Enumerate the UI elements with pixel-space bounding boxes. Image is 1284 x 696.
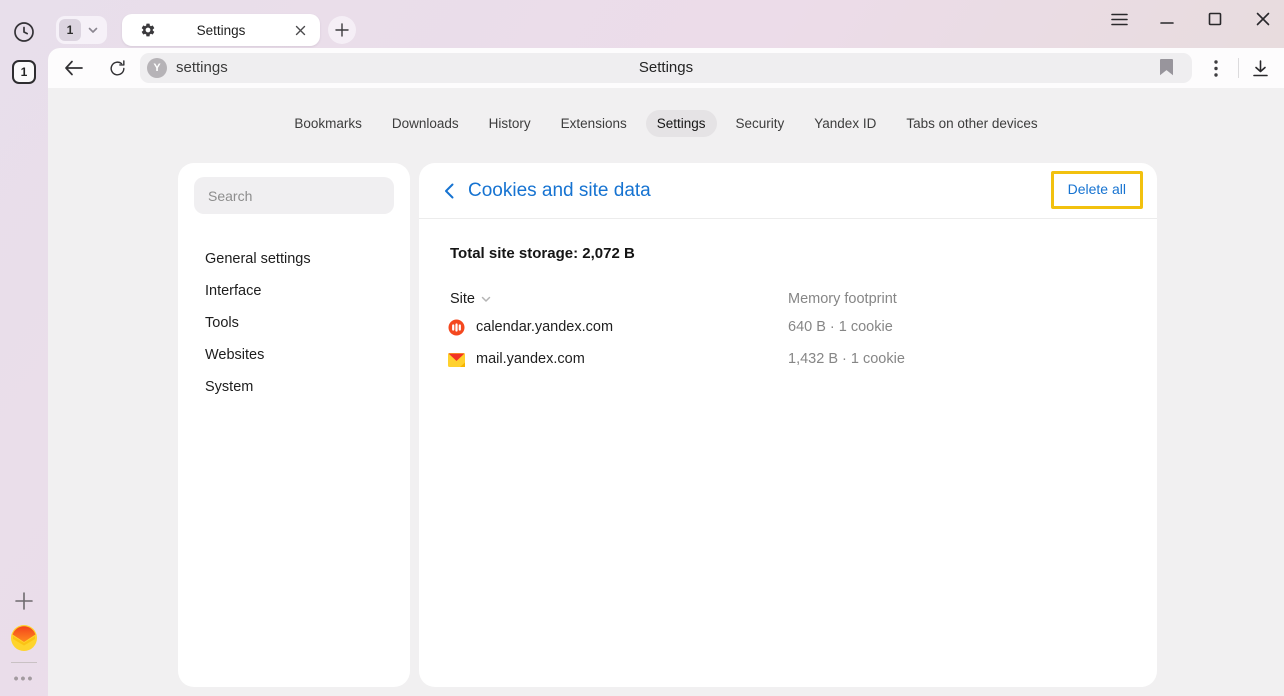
- minimize-icon[interactable]: [1156, 8, 1178, 30]
- add-panel-plus-icon[interactable]: [11, 588, 37, 614]
- tab-title: Settings: [122, 23, 320, 38]
- column-site-label: Site: [450, 291, 475, 307]
- yandex-calendar-favicon: [448, 319, 465, 336]
- search-input[interactable]: [194, 177, 394, 214]
- nav-tab-extensions[interactable]: Extensions: [550, 110, 638, 137]
- tab-settings[interactable]: Settings: [122, 14, 320, 46]
- site-memory: 640 B · 1 cookie: [788, 311, 893, 343]
- sidebar-item-interface[interactable]: Interface: [178, 275, 410, 307]
- download-icon[interactable]: [1248, 56, 1272, 80]
- sidebar-item-tools[interactable]: Tools: [178, 307, 410, 339]
- delete-all-label: Delete all: [1068, 181, 1126, 197]
- browser-window: Y settings Settings Bookmarks Downloads …: [48, 48, 1284, 696]
- edge-sidebar: 1 •••: [0, 0, 48, 696]
- ellipsis-icon[interactable]: •••: [11, 670, 37, 686]
- cookies-panel: Cookies and site data Delete all Total s…: [419, 163, 1157, 687]
- sort-chevron-icon: [481, 296, 491, 303]
- settings-page: Bookmarks Downloads History Extensions S…: [48, 88, 1284, 696]
- tab-strip: 1 Settings: [56, 14, 107, 46]
- page-heading[interactable]: Cookies and site data: [468, 180, 651, 202]
- page-title: Settings: [140, 53, 1192, 83]
- toolbar-divider: [1238, 58, 1239, 78]
- strip-divider: [11, 662, 37, 663]
- site-name: mail.yandex.com: [476, 343, 585, 375]
- toolbar: Y settings Settings: [48, 48, 1284, 88]
- window-controls: [1108, 8, 1274, 30]
- settings-sidebar: General settings Interface Tools Website…: [178, 163, 410, 687]
- sidebar-item-websites[interactable]: Websites: [178, 339, 410, 371]
- back-chevron-icon[interactable]: [437, 179, 461, 203]
- nav-tab-yandex-id[interactable]: Yandex ID: [803, 110, 887, 137]
- new-tab-plus-icon[interactable]: [328, 16, 356, 44]
- back-arrow-icon[interactable]: [61, 56, 85, 80]
- bookmark-icon[interactable]: [1159, 59, 1177, 77]
- address-bar[interactable]: Y settings Settings: [140, 53, 1192, 83]
- nav-tab-settings[interactable]: Settings: [646, 110, 717, 137]
- maximize-icon[interactable]: [1204, 8, 1226, 30]
- sidebar-item-system[interactable]: System: [178, 371, 410, 403]
- column-memory-label: Memory footprint: [788, 291, 897, 307]
- browser-menu-icon[interactable]: [1108, 8, 1130, 30]
- table-row[interactable]: calendar.yandex.com 640 B · 1 cookie: [450, 311, 1157, 343]
- nav-tab-other-devices[interactable]: Tabs on other devices: [895, 110, 1048, 137]
- close-window-icon[interactable]: [1252, 8, 1274, 30]
- history-clock-icon[interactable]: [10, 18, 38, 46]
- nav-tab-security[interactable]: Security: [725, 110, 796, 137]
- table-row[interactable]: mail.yandex.com 1,432 B · 1 cookie: [450, 343, 1157, 375]
- tab-group-count: 1: [59, 19, 81, 41]
- tab-counter-number: 1: [21, 65, 28, 79]
- nav-tab-bookmarks[interactable]: Bookmarks: [283, 110, 373, 137]
- reload-icon[interactable]: [105, 56, 129, 80]
- cookies-header: Cookies and site data Delete all: [419, 163, 1157, 219]
- delete-all-button[interactable]: Delete all: [1051, 171, 1143, 209]
- yandex-mail-favicon: [448, 351, 465, 368]
- tab-group-chip[interactable]: 1: [56, 16, 107, 44]
- yandex-mail-icon[interactable]: [10, 624, 38, 652]
- site-name: calendar.yandex.com: [476, 311, 613, 343]
- cookies-body: Total site storage: 2,072 B Site Memory …: [419, 245, 1157, 375]
- tab-close-icon[interactable]: [292, 22, 308, 38]
- tab-counter-icon[interactable]: 1: [12, 60, 36, 84]
- sidebar-list: General settings Interface Tools Website…: [178, 243, 410, 403]
- total-storage: Total site storage: 2,072 B: [450, 245, 1157, 262]
- settings-nav: Bookmarks Downloads History Extensions S…: [48, 110, 1284, 137]
- chevron-down-icon: [87, 24, 99, 36]
- table-header: Site Memory footprint: [450, 291, 1157, 311]
- sidebar-item-general-settings[interactable]: General settings: [178, 243, 410, 275]
- site-memory: 1,432 B · 1 cookie: [788, 343, 905, 375]
- nav-tab-downloads[interactable]: Downloads: [381, 110, 470, 137]
- kebab-menu-icon[interactable]: [1204, 56, 1228, 80]
- column-site-sort[interactable]: Site: [450, 291, 491, 307]
- nav-tab-history[interactable]: History: [478, 110, 542, 137]
